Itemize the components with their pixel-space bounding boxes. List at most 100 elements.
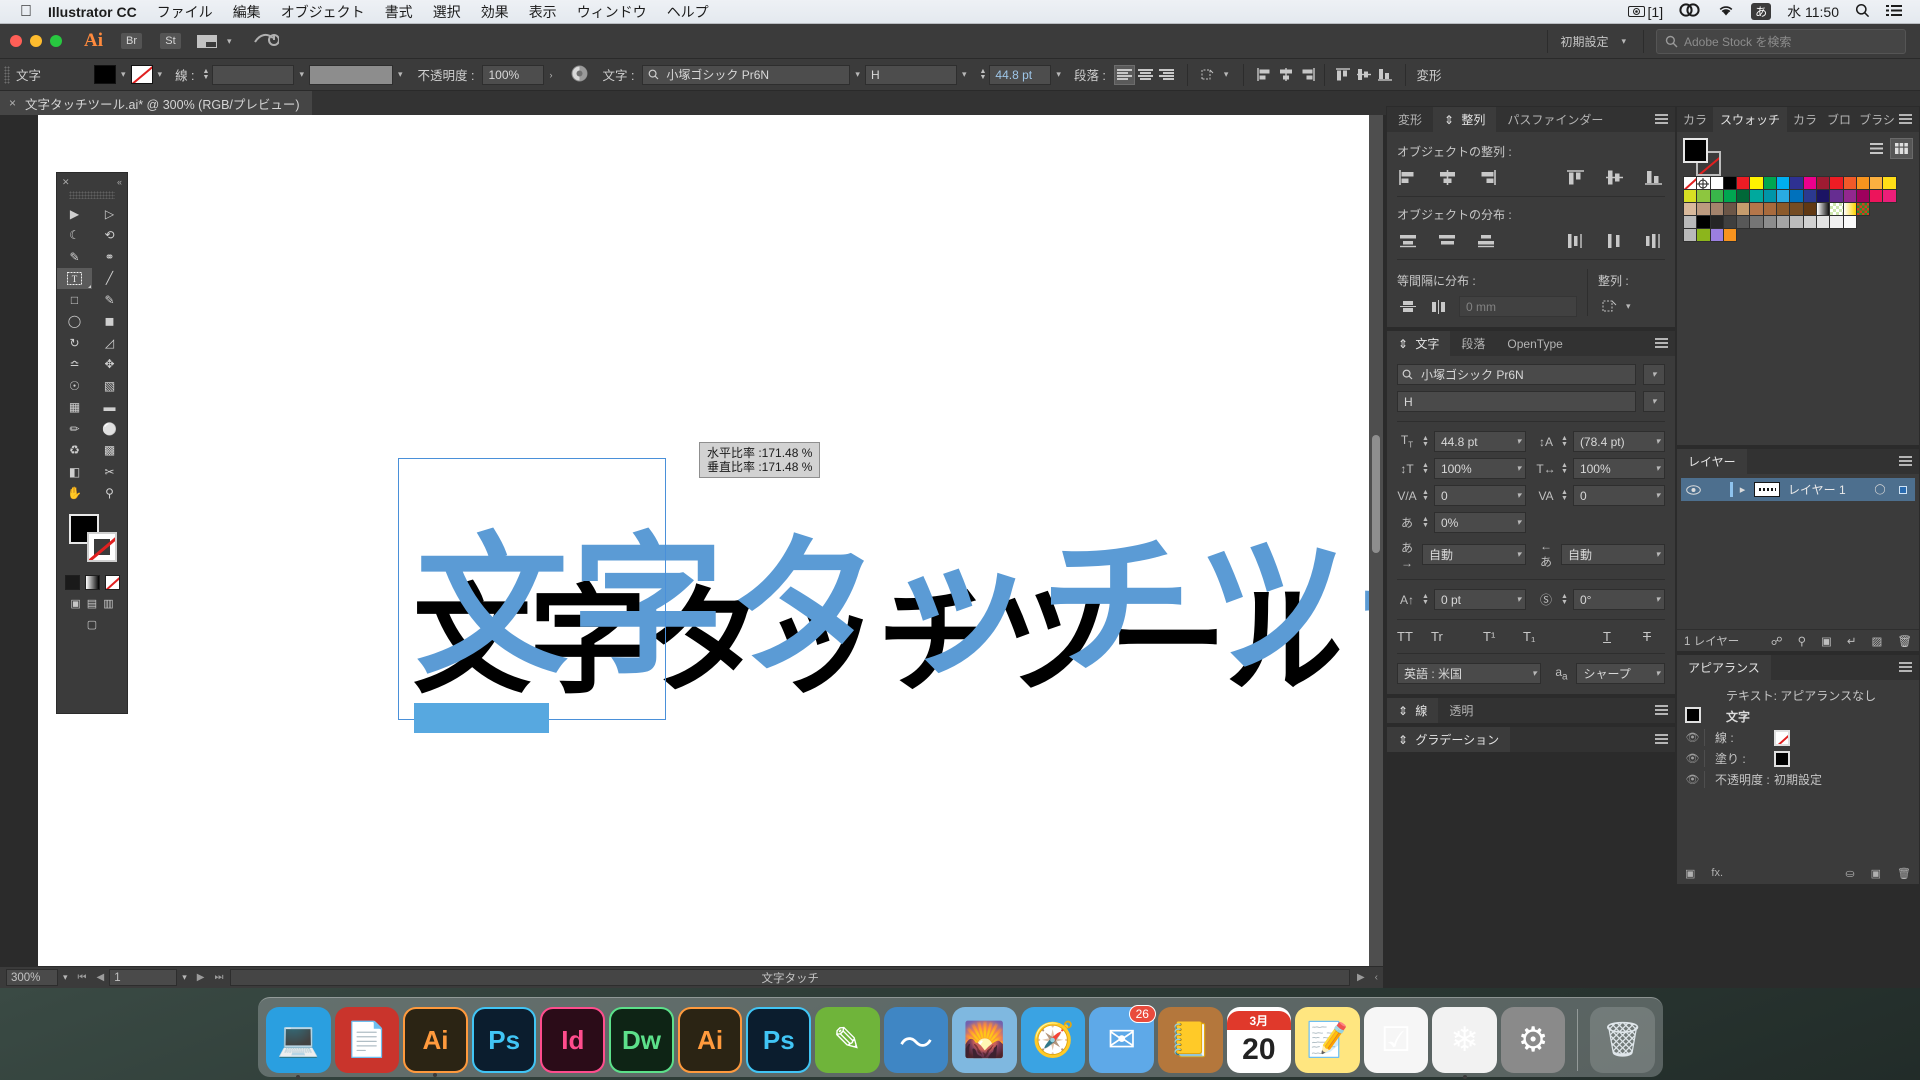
tool-gradient[interactable]: ▬	[92, 397, 127, 419]
dock-item-notes[interactable]: 📝	[1295, 1007, 1360, 1073]
clear-appearance-icon[interactable]: ⛀	[1845, 867, 1854, 880]
align-to-selection-button[interactable]	[1598, 296, 1621, 316]
swatches-grid[interactable]	[1677, 176, 1919, 242]
collapse-icon[interactable]: «	[117, 177, 122, 187]
panel-menu-icon[interactable]	[1899, 456, 1912, 467]
dock-item-photoshop[interactable]: Ps	[471, 1007, 537, 1073]
swatch[interactable]	[1683, 215, 1698, 229]
tool-shape-builder[interactable]: ☉	[57, 375, 92, 397]
horizontal-scale-stepper[interactable]: ▲ ▼	[1561, 462, 1568, 475]
opacity-field[interactable]: 100%	[482, 64, 545, 85]
tools-panel-header[interactable]: ✕ «	[57, 173, 127, 191]
dock-item-preview[interactable]: 🌄	[952, 1007, 1017, 1073]
stroke-profile-field[interactable]	[308, 64, 393, 85]
horizontal-align-left-button[interactable]	[1397, 167, 1420, 187]
fill-stroke-indicator[interactable]	[57, 510, 127, 572]
vertical-scale-field[interactable]: 100% ▾	[1433, 458, 1526, 479]
swatch[interactable]	[1829, 202, 1844, 216]
swatch[interactable]	[1749, 202, 1764, 216]
underline-button[interactable]: T	[1563, 629, 1611, 644]
maximize-window-button[interactable]	[50, 35, 62, 47]
arrange-documents-button[interactable]: ▾	[197, 34, 237, 48]
left-aki-field[interactable]: 自動 ▾	[1422, 544, 1526, 565]
tab-appearance[interactable]: アピアランス	[1677, 655, 1771, 680]
swatch[interactable]	[1696, 176, 1711, 190]
swatch[interactable]	[1709, 202, 1724, 216]
swatch[interactable]	[1869, 176, 1884, 190]
swatch[interactable]	[1842, 176, 1857, 190]
eye-icon[interactable]: 👁	[1681, 773, 1704, 786]
swatch[interactable]	[1842, 215, 1857, 229]
swatch[interactable]	[1749, 176, 1764, 190]
leading-stepper[interactable]: ▲ ▼	[1561, 435, 1568, 448]
eye-icon[interactable]: 👁	[1681, 752, 1704, 765]
tool-type-touch[interactable]: T	[57, 267, 92, 289]
new-layer-icon[interactable]: ▨	[1872, 634, 1883, 648]
swatch[interactable]	[1722, 189, 1738, 203]
swatch[interactable]	[1709, 228, 1724, 242]
swatch[interactable]	[1696, 189, 1711, 203]
swatch[interactable]	[1683, 176, 1698, 190]
tool-zoom[interactable]: ⚲	[92, 483, 127, 505]
chevron-down-icon[interactable]: ▾	[957, 69, 972, 80]
panel-menu-icon[interactable]	[1655, 114, 1668, 125]
tab-layers[interactable]: レイヤー	[1677, 449, 1747, 474]
dock-item-wacom[interactable]: 〜	[883, 1007, 949, 1073]
tool-symbol-sprayer[interactable]: ♻	[57, 440, 92, 462]
swatch[interactable]	[1815, 176, 1831, 190]
vertical-align-bottom-button[interactable]	[1642, 167, 1665, 187]
stroke-swatch[interactable]	[87, 532, 117, 562]
right-aki-field[interactable]: 自動 ▾	[1561, 544, 1665, 565]
menu-edit[interactable]: 編集	[233, 2, 261, 22]
menu-window[interactable]: ウィンドウ	[577, 2, 647, 22]
tool-rotate[interactable]: ↻	[57, 332, 92, 354]
swatch[interactable]	[1882, 189, 1897, 203]
close-icon[interactable]: ✕	[62, 177, 70, 188]
selection-bounding-box[interactable]	[398, 458, 666, 720]
align-center-button[interactable]	[1135, 65, 1156, 85]
swatch[interactable]	[1829, 176, 1844, 190]
close-window-button[interactable]	[10, 35, 22, 47]
align-middle-objects-button[interactable]	[1353, 65, 1374, 85]
notification-center-icon[interactable]	[1886, 4, 1902, 20]
kerning-stepper[interactable]: ▲ ▼	[1422, 489, 1429, 502]
swatch[interactable]	[1762, 215, 1778, 229]
input-method-icon[interactable]: あ	[1751, 3, 1772, 20]
layer-expand-arrow[interactable]: ▸	[1735, 483, 1750, 496]
tool-free-transform[interactable]: ✥	[92, 354, 127, 376]
tool-column-graph[interactable]: ▩	[92, 440, 127, 462]
tools-panel-grip[interactable]	[69, 191, 115, 199]
swatch[interactable]	[1749, 189, 1764, 203]
distribute-top-button[interactable]	[1397, 230, 1420, 250]
swatch[interactable]	[1802, 176, 1817, 190]
adobe-stock-search[interactable]: Adobe Stock を検索	[1656, 28, 1906, 54]
swatch[interactable]	[1696, 202, 1711, 216]
creative-cloud-icon[interactable]	[1679, 2, 1701, 21]
swatch[interactable]	[1749, 215, 1764, 229]
menu-select[interactable]: 選択	[433, 2, 461, 22]
eye-icon[interactable]: 👁	[1681, 731, 1704, 744]
panel-menu-icon[interactable]	[1655, 705, 1668, 716]
menu-effect[interactable]: 効果	[481, 2, 509, 22]
spotlight-search-icon[interactable]	[1855, 3, 1870, 21]
swatch[interactable]	[1882, 176, 1897, 190]
wifi-icon[interactable]	[1717, 4, 1735, 20]
distribute-spacing-field[interactable]: 0 mm	[1459, 296, 1577, 317]
align-left-objects-button[interactable]	[1254, 65, 1275, 85]
chevron-down-icon[interactable]: ▾	[177, 972, 192, 983]
tsume-stepper[interactable]: ▲ ▼	[1422, 516, 1429, 529]
swatch[interactable]	[1696, 228, 1711, 242]
stroke-color-swatch[interactable]	[130, 65, 153, 84]
tracking-field[interactable]: 0 ▾	[1572, 485, 1665, 506]
dock-item-mail[interactable]: ✉ 26	[1089, 1005, 1156, 1073]
swatch[interactable]	[1696, 215, 1711, 229]
tab-transparency[interactable]: 透明	[1438, 698, 1484, 723]
artboard[interactable]: 文字タッチツール 文字タッチツー 水平比率 :171.48 % 垂直比率 :17…	[38, 115, 1383, 970]
horizontal-distribute-space-button[interactable]	[1428, 297, 1451, 317]
swatch[interactable]	[1815, 202, 1831, 216]
chevron-down-icon[interactable]: ▾	[294, 69, 309, 80]
font-size-stepper[interactable]: ▲ ▼	[1422, 435, 1429, 448]
dock-item-indesign[interactable]: Id	[540, 1007, 606, 1073]
distribute-right-button[interactable]	[1642, 230, 1665, 250]
menu-type[interactable]: 書式	[385, 2, 413, 22]
